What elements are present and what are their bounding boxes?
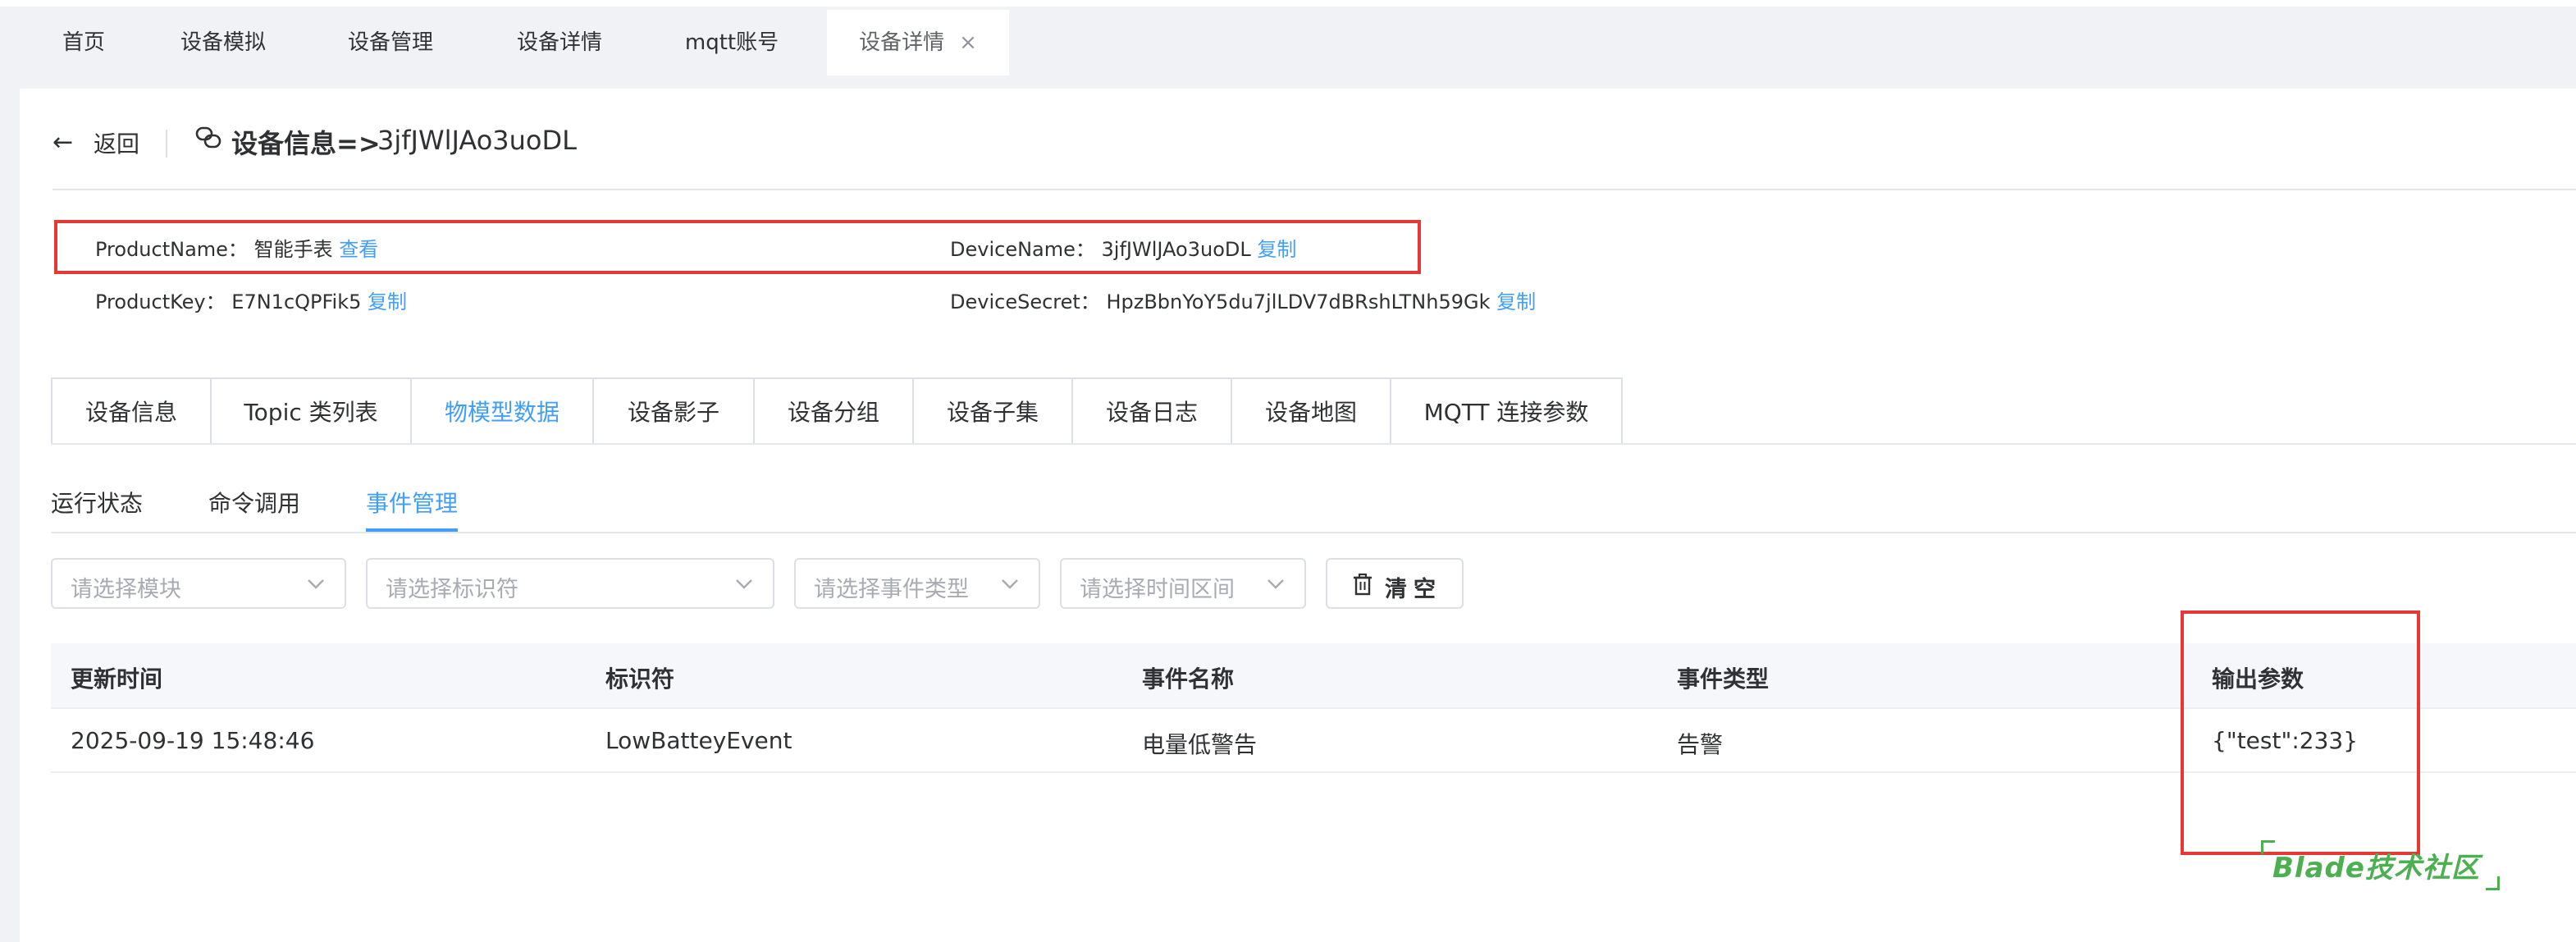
sub-tab-event-management[interactable]: 事件管理 [366, 486, 458, 519]
cell-identifier: LowBatteyEvent [605, 727, 792, 754]
card-tab-device-group[interactable]: 设备分组 [753, 377, 914, 445]
column-header-event-type: 事件类型 [1677, 665, 1770, 693]
card-tab-label: 设备影子 [627, 399, 719, 426]
column-header-update-time: 更新时间 [71, 665, 163, 693]
card-tab-device-map[interactable]: 设备地图 [1231, 377, 1391, 445]
card-tabs-baseline [51, 443, 2576, 445]
back-button[interactable]: 返回 [94, 126, 139, 159]
tab-device-detail[interactable]: 设备详情 [497, 10, 622, 75]
chevron-down-icon [308, 579, 324, 589]
copy-product-key-link[interactable]: 复制 [368, 290, 407, 313]
tab-bar: 首页 设备模拟 设备管理 设备详情 mqtt账号 设备详情 × [0, 0, 2576, 75]
tab-home[interactable]: 首页 [43, 10, 125, 75]
card-tab-thing-model-data[interactable]: 物模型数据 [410, 377, 594, 445]
card-tab-mqtt-params[interactable]: MQTT 连接参数 [1390, 377, 1623, 445]
page-title-device: 3jfJWlJAo3uoDL [377, 125, 577, 156]
card-tab-device-log[interactable]: 设备日志 [1071, 377, 1232, 445]
chevron-down-icon [1002, 579, 1018, 589]
watermark-corner [2486, 876, 2500, 890]
copy-device-secret-link[interactable]: 复制 [1496, 290, 1536, 313]
card-tab-device-info[interactable]: 设备信息 [51, 377, 212, 445]
identifier-select[interactable]: 请选择标识符 [366, 558, 774, 609]
card-tab-label: 设备信息 [84, 399, 177, 426]
product-key-label: ProductKey： [95, 290, 226, 313]
highlight-box-info [54, 220, 1421, 274]
module-select-placeholder: 请选择模块 [71, 577, 181, 602]
tab-mqtt-account[interactable]: mqtt账号 [666, 10, 797, 75]
top-strip [0, 0, 2576, 7]
trash-icon [1354, 573, 1372, 596]
device-secret-row: DeviceSecret： HpzBbnYoY5du7jlLDV7dBRshLT… [950, 286, 1536, 314]
clear-button[interactable]: 清空 [1326, 558, 1464, 609]
module-select[interactable]: 请选择模块 [51, 558, 346, 609]
sub-tabs-baseline [51, 532, 2576, 533]
time-range-select-placeholder: 请选择时间区间 [1080, 577, 1235, 602]
tab-label: mqtt账号 [684, 30, 779, 55]
watermark-logo: Blade技术社区 [2272, 852, 2480, 885]
device-secret-value: HpzBbnYoY5du7jlLDV7dBRshLTNh59Gk [1106, 290, 1491, 313]
card-tab-label: 设备分组 [787, 399, 879, 426]
cell-event-name: 电量低警告 [1142, 731, 1258, 758]
cell-update-time: 2025-09-19 15:48:46 [71, 727, 315, 754]
tab-device-simulation[interactable]: 设备模拟 [161, 10, 285, 75]
identifier-select-placeholder: 请选择标识符 [386, 577, 518, 602]
card-tab-label: 设备地图 [1264, 399, 1357, 426]
card-tab-label: 物模型数据 [444, 399, 560, 426]
sub-tab-command-call[interactable]: 命令调用 [208, 486, 300, 519]
header-divider-line [53, 189, 2576, 190]
highlight-box-output [2181, 610, 2420, 855]
event-type-select-placeholder: 请选择事件类型 [814, 577, 969, 602]
card-tab-sub-devices[interactable]: 设备子集 [912, 377, 1073, 445]
tab-label: 设备详情 [516, 30, 602, 55]
sub-tab-running-status[interactable]: 运行状态 [51, 486, 143, 519]
clear-button-label: 清空 [1385, 577, 1442, 602]
sub-tab-active-underline [366, 528, 458, 532]
event-type-select[interactable]: 请选择事件类型 [794, 558, 1040, 609]
card-tab-device-shadow[interactable]: 设备影子 [592, 377, 755, 445]
tab-device-management[interactable]: 设备管理 [328, 10, 453, 75]
link-icon [195, 126, 222, 149]
close-icon[interactable]: × [959, 30, 977, 55]
column-header-identifier: 标识符 [605, 665, 675, 693]
cell-event-type: 告警 [1677, 731, 1724, 758]
card-tab-topic-list[interactable]: Topic 类列表 [210, 377, 412, 445]
product-key-row: ProductKey： E7N1cQPFik5 复制 [95, 286, 407, 314]
tab-label: 首页 [62, 30, 105, 55]
time-range-select[interactable]: 请选择时间区间 [1060, 558, 1306, 609]
card-tab-label: 设备日志 [1105, 399, 1198, 426]
header-divider [166, 130, 167, 158]
tab-device-detail-active[interactable]: 设备详情 × [827, 10, 1009, 75]
card-tab-label: MQTT 连接参数 [1423, 399, 1589, 426]
device-secret-label: DeviceSecret： [950, 290, 1100, 313]
card-tab-label: 设备子集 [946, 399, 1039, 426]
column-header-event-name: 事件名称 [1142, 665, 1235, 693]
card-tab-label: Topic 类列表 [244, 399, 378, 426]
product-key-value: E7N1cQPFik5 [231, 290, 362, 313]
back-arrow-icon[interactable]: ← [53, 128, 73, 157]
chevron-down-icon [1267, 579, 1284, 589]
tab-label: 设备管理 [347, 30, 433, 55]
tab-label: 设备详情 [859, 30, 945, 55]
page-title: 设备信息=> [231, 128, 381, 159]
chevron-down-icon [736, 579, 752, 589]
tab-label: 设备模拟 [180, 30, 266, 55]
